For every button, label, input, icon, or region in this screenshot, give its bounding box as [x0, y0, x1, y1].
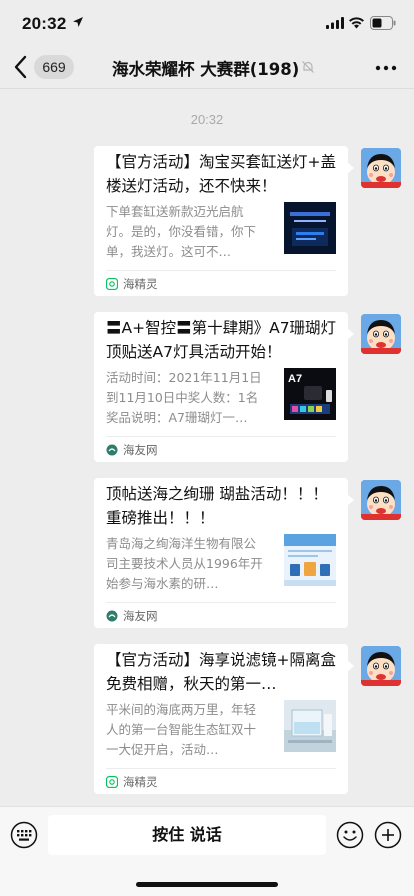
wifi-icon [349, 17, 364, 29]
avatar[interactable] [361, 480, 401, 520]
chat-header: 669 海水荣耀杯 大赛群(198) [0, 48, 414, 88]
card-thumbnail [284, 534, 336, 586]
status-bar: 20:32 [0, 0, 414, 48]
card-description: 下单套缸送新款迈光启航灯。是的，你没看错，你下单，我送灯。这可不… [106, 204, 257, 259]
link-card[interactable]: 【官方活动】海享说滤镜+隔离盒免费相赠，秋天的第一… 平米间的海底两万里，年轻人… [94, 644, 354, 794]
avatar[interactable] [361, 646, 401, 686]
card-divider [106, 768, 336, 769]
site-logo-icon [106, 444, 118, 456]
add-attachment-icon[interactable] [374, 821, 402, 849]
back-chevron-icon[interactable] [12, 54, 30, 80]
card-source-name: 海精灵 [123, 277, 158, 291]
emoji-icon[interactable] [336, 821, 364, 849]
mini-program-icon [106, 278, 118, 290]
card-thumbnail [284, 202, 336, 254]
thumb-label: A7 [288, 373, 302, 385]
keyboard-toggle-icon[interactable] [10, 821, 38, 849]
avatar[interactable] [361, 314, 401, 354]
more-options-icon[interactable] [374, 58, 398, 78]
mute-bell-icon [302, 61, 314, 73]
header-divider [0, 88, 414, 89]
card-title: 〓A+智控〓第十肆期》A7珊瑚灯顶贴送A7灯具活动开始！ [106, 319, 337, 361]
card-thumbnail [284, 700, 336, 752]
card-title: 顶帖送海之绚珊 瑚盐活动！！！ 重磅推出！！！ [106, 485, 328, 527]
card-divider [106, 436, 336, 437]
battery-icon [370, 16, 396, 30]
card-title: 【官方活动】海享说滤镜+隔离盒免费相赠，秋天的第一… [106, 651, 336, 693]
avatar[interactable] [361, 148, 401, 188]
site-logo-icon [106, 610, 118, 622]
card-source-name: 海精灵 [123, 775, 158, 789]
unread-count-badge[interactable]: 669 [34, 55, 74, 79]
card-thumbnail: A7 [284, 368, 336, 420]
link-card[interactable]: 〓A+智控〓第十肆期》A7珊瑚灯顶贴送A7灯具活动开始！ 活动时间：2021年1… [94, 312, 354, 462]
message-timestamp: 20:32 [190, 112, 224, 127]
card-divider [106, 602, 336, 603]
card-description: 活动时间：2021年11月1日到11月10日中奖人数：1名奖品说明：A7珊瑚灯一… [106, 370, 262, 425]
card-source-name: 海友网 [123, 443, 158, 457]
cellular-signal-icon [326, 17, 344, 29]
status-time: 20:32 [22, 14, 67, 33]
card-title: 【官方活动】淘宝买套缸送灯+盖楼送灯活动，还不快来！ [106, 153, 336, 195]
mini-program-icon [106, 776, 118, 788]
card-source-name: 海友网 [123, 609, 158, 623]
card-description: 青岛海之绚海洋生物有限公司主要技术人员从1996年开始参与海水素的研… [106, 536, 263, 591]
link-card[interactable]: 【官方活动】淘宝买套缸送灯+盖楼送灯活动，还不快来！ 下单套缸送新款迈光启航灯。… [94, 146, 354, 296]
card-description: 平米间的海底两万里，年轻人的第一台智能生态缸双十一大促开启，活动… [106, 702, 257, 757]
location-arrow-icon [73, 17, 83, 27]
link-card[interactable]: 顶帖送海之绚珊 瑚盐活动！！！ 重磅推出！！！ 青岛海之绚海洋生物有限公司主要技… [94, 478, 354, 628]
card-divider [106, 270, 336, 271]
hold-to-talk-button[interactable]: 按住 说话 [48, 815, 326, 855]
group-title: 海水荣耀杯 大赛群(198) [112, 60, 300, 79]
home-indicator[interactable] [136, 882, 278, 887]
